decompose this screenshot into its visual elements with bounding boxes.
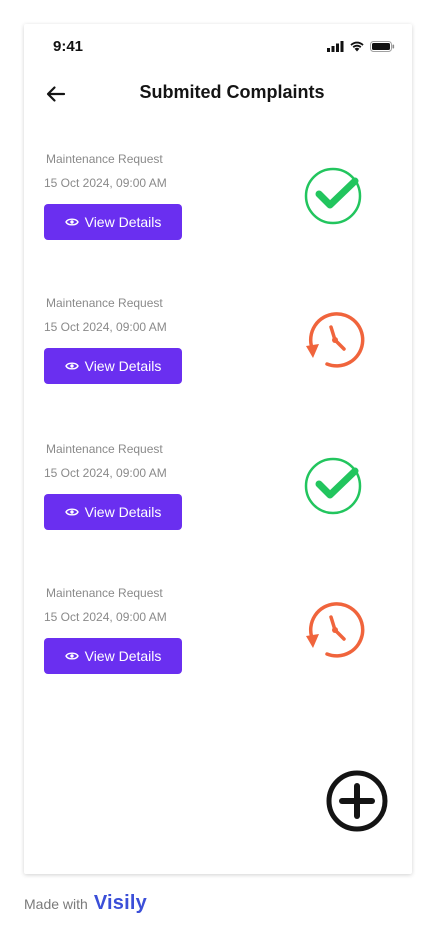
complaint-date: 15 Oct 2024, 09:00 AM	[44, 176, 167, 190]
battery-icon	[370, 41, 395, 52]
header: Submited Complaints	[24, 80, 412, 110]
made-with-text: Made with	[24, 895, 88, 912]
complaint-date: 15 Oct 2024, 09:00 AM	[44, 610, 167, 624]
signal-icon	[327, 41, 344, 52]
view-details-button[interactable]: View Details	[44, 494, 182, 530]
view-details-button[interactable]: View Details	[44, 638, 182, 674]
check-circle-icon	[304, 457, 362, 515]
status-time: 9:41	[53, 38, 84, 55]
phone-frame: 9:41 Submited Complaints Maintenance Req…	[24, 24, 412, 874]
eye-icon	[64, 508, 79, 516]
complaint-date: 15 Oct 2024, 09:00 AM	[44, 320, 167, 334]
complaint-date: 15 Oct 2024, 09:00 AM	[44, 466, 167, 480]
complaint-title: Maintenance Request	[46, 442, 163, 456]
clock-history-icon	[306, 312, 365, 368]
complaint-card: Maintenance Request 15 Oct 2024, 09:00 A…	[44, 296, 392, 396]
eye-icon	[64, 362, 79, 370]
complaint-title: Maintenance Request	[46, 586, 163, 600]
complaint-card: Maintenance Request 15 Oct 2024, 09:00 A…	[44, 442, 392, 542]
status-bar: 9:41	[24, 24, 412, 68]
complaint-title: Maintenance Request	[46, 152, 163, 166]
wifi-icon	[350, 41, 364, 52]
page-title: Submited Complaints	[139, 82, 325, 102]
made-with-footer: Made with Visily	[24, 892, 147, 915]
visily-logo: Visily	[93, 892, 147, 914]
complaint-title: Maintenance Request	[46, 296, 163, 310]
check-circle-icon	[304, 167, 362, 225]
eye-icon	[64, 218, 79, 226]
view-details-button[interactable]: View Details	[44, 348, 182, 384]
add-complaint-plus-icon[interactable]	[324, 768, 390, 834]
view-details-label: View Details	[84, 358, 162, 374]
view-details-label: View Details	[84, 648, 162, 664]
clock-history-icon	[306, 602, 365, 658]
complaint-card: Maintenance Request 15 Oct 2024, 09:00 A…	[44, 152, 392, 252]
status-icons	[327, 41, 395, 52]
view-details-button[interactable]: View Details	[44, 204, 182, 240]
complaint-card: Maintenance Request 15 Oct 2024, 09:00 A…	[44, 586, 392, 686]
view-details-label: View Details	[84, 214, 162, 230]
eye-icon	[64, 652, 79, 660]
view-details-label: View Details	[84, 504, 162, 520]
